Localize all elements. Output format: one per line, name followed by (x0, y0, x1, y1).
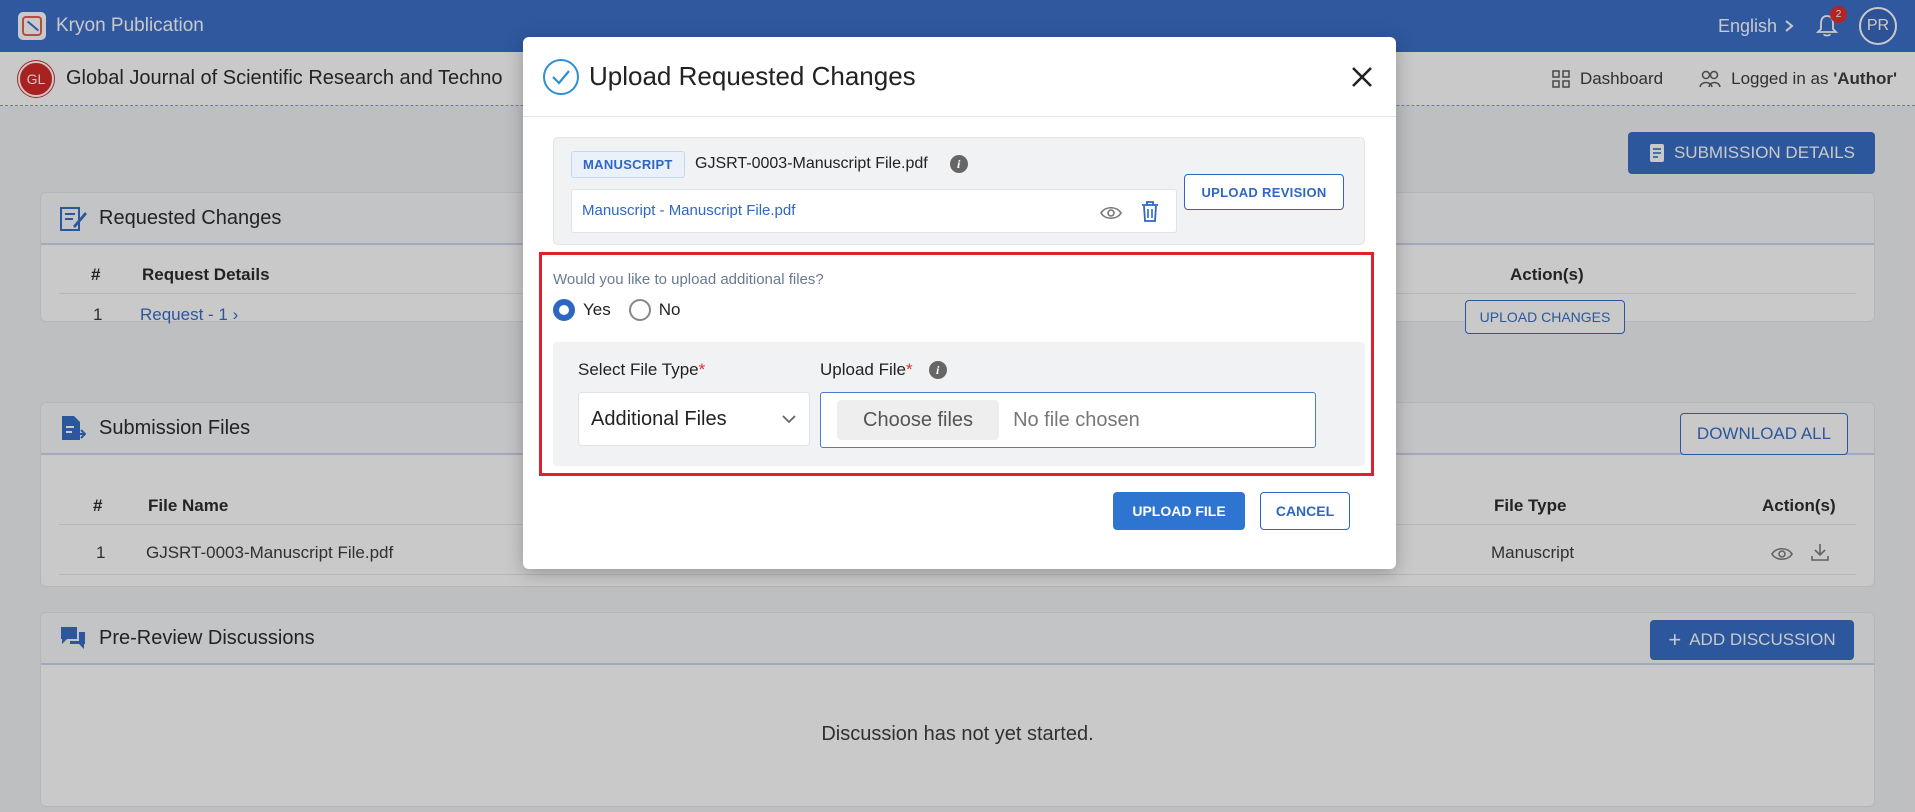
upload-changes-modal: Upload Requested Changes MANUSCRIPT GJSR… (523, 37, 1396, 569)
eye-icon[interactable] (1100, 205, 1122, 221)
info-icon[interactable]: i (949, 155, 968, 173)
radio-yes[interactable]: Yes (553, 299, 611, 321)
radio-no-circle[interactable] (628, 299, 651, 321)
upload-file-button[interactable]: UPLOAD FILE (1113, 492, 1245, 530)
cancel-button[interactable]: CANCEL (1260, 492, 1350, 530)
manuscript-file-name-text: GJSRT-0003-Manuscript File.pdf (695, 155, 928, 172)
additional-file-form: Select File Type* Upload File* i Additio… (553, 342, 1365, 466)
manuscript-tag: MANUSCRIPT (571, 151, 685, 178)
close-icon[interactable] (1348, 63, 1376, 91)
chevron-down-icon (782, 415, 796, 424)
no-file-chosen-text: No file chosen (1013, 408, 1140, 431)
upload-revision-button[interactable]: UPLOAD REVISION (1184, 174, 1344, 210)
additional-files-radio-group: Yes No (553, 299, 680, 321)
manuscript-file-name: GJSRT-0003-Manuscript File.pdf i (695, 155, 968, 173)
upload-file-label: Upload File* i (820, 360, 947, 380)
choose-files-button[interactable]: Choose files (837, 400, 1000, 440)
file-type-label: Select File Type* (578, 360, 705, 380)
file-type-label-text: Select File Type (578, 360, 699, 379)
radio-yes-label: Yes (583, 300, 611, 319)
radio-no[interactable]: No (628, 299, 681, 321)
radio-yes-circle[interactable] (553, 299, 575, 321)
manuscript-file-row: Manuscript - Manuscript File.pdf (571, 189, 1177, 233)
upload-file-label-text: Upload File (820, 360, 906, 379)
radio-no-label: No (658, 300, 681, 319)
additional-files-question: Would you like to upload additional file… (553, 271, 824, 288)
file-upload-input[interactable]: Choose files No file chosen (820, 392, 1316, 448)
trash-icon[interactable] (1141, 201, 1159, 222)
manuscript-file-card: MANUSCRIPT GJSRT-0003-Manuscript File.pd… (553, 137, 1365, 245)
file-type-value: Additional Files (591, 407, 727, 430)
info-icon[interactable]: i (928, 361, 947, 379)
required-mark: * (906, 360, 913, 379)
modal-title: Upload Requested Changes (589, 61, 916, 91)
file-type-select[interactable]: Additional Files (578, 392, 810, 446)
required-mark: * (698, 360, 706, 379)
manuscript-file-link[interactable]: Manuscript - Manuscript File.pdf (582, 202, 795, 219)
check-circle-icon (543, 58, 579, 95)
